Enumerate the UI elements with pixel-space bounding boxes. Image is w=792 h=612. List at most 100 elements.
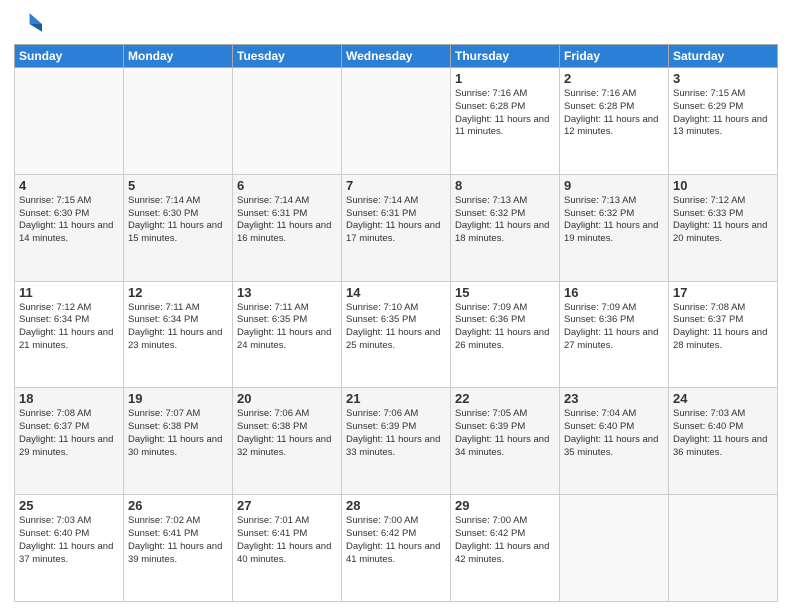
day-info: Sunrise: 7:07 AM Sunset: 6:38 PM Dayligh… [128, 408, 228, 459]
calendar-cell: 25 Sunrise: 7:03 AM Sunset: 6:40 PM Dayli… [15, 495, 124, 602]
weekday-header-row: SundayMondayTuesdayWednesdayThursdayFrid… [15, 45, 778, 68]
day-number: 23 [564, 391, 664, 406]
day-info: Sunrise: 7:06 AM Sunset: 6:39 PM Dayligh… [346, 408, 446, 459]
day-number: 1 [455, 71, 555, 86]
page: SundayMondayTuesdayWednesdayThursdayFrid… [0, 0, 792, 612]
day-number: 13 [237, 285, 337, 300]
calendar-cell [342, 68, 451, 175]
calendar-cell: 20 Sunrise: 7:06 AM Sunset: 6:38 PM Dayli… [233, 388, 342, 495]
calendar-cell [15, 68, 124, 175]
weekday-header-thursday: Thursday [451, 45, 560, 68]
calendar-cell: 7 Sunrise: 7:14 AM Sunset: 6:31 PM Daylig… [342, 174, 451, 281]
calendar-cell [233, 68, 342, 175]
day-info: Sunrise: 7:13 AM Sunset: 6:32 PM Dayligh… [564, 195, 664, 246]
calendar-cell: 5Sunrise: 7:14 AM Sunset: 6:30 PM Daylig… [124, 174, 233, 281]
day-number: 26 [128, 498, 228, 513]
day-info: Sunrise: 7:15 AM Sunset: 6:30 PM Dayligh… [19, 195, 119, 246]
day-info: Sunrise: 7:03 AM Sunset: 6:40 PM Dayligh… [673, 408, 773, 459]
day-info: Sunrise: 7:02 AM Sunset: 6:41 PM Dayligh… [128, 515, 228, 566]
weekday-header-wednesday: Wednesday [342, 45, 451, 68]
calendar-cell [669, 495, 778, 602]
day-info: Sunrise: 7:06 AM Sunset: 6:38 PM Dayligh… [237, 408, 337, 459]
calendar-cell: 4 Sunrise: 7:15 AM Sunset: 6:30 PM Daylig… [15, 174, 124, 281]
calendar-cell: 18 Sunrise: 7:08 AM Sunset: 6:37 PM Dayli… [15, 388, 124, 495]
day-number: 24 [673, 391, 773, 406]
calendar-cell: 12 Sunrise: 7:11 AM Sunset: 6:34 PM Dayli… [124, 281, 233, 388]
day-number: 15 [455, 285, 555, 300]
calendar-cell: 24 Sunrise: 7:03 AM Sunset: 6:40 PM Dayli… [669, 388, 778, 495]
day-number: 3 [673, 71, 773, 86]
day-number: 7 [346, 178, 446, 193]
day-info: Sunrise: 7:09 AM Sunset: 6:36 PM Dayligh… [564, 302, 664, 353]
logo-icon [14, 10, 42, 38]
calendar-cell: 8Sunrise: 7:13 AM Sunset: 6:32 PM Daylig… [451, 174, 560, 281]
day-info: Sunrise: 7:09 AM Sunset: 6:36 PM Dayligh… [455, 302, 555, 353]
calendar-cell: 29 Sunrise: 7:00 AM Sunset: 6:42 PM Dayli… [451, 495, 560, 602]
calendar-cell [560, 495, 669, 602]
day-number: 6 [237, 178, 337, 193]
day-number: 20 [237, 391, 337, 406]
calendar-cell: 13 Sunrise: 7:11 AM Sunset: 6:35 PM Dayli… [233, 281, 342, 388]
calendar-cell: 1 Sunrise: 7:16 AM Sunset: 6:28 PM Daylig… [451, 68, 560, 175]
day-info: Sunrise: 7:16 AM Sunset: 6:28 PM Dayligh… [455, 88, 555, 139]
week-row-4: 18 Sunrise: 7:08 AM Sunset: 6:37 PM Dayli… [15, 388, 778, 495]
day-number: 14 [346, 285, 446, 300]
day-info: Sunrise: 7:11 AM Sunset: 6:34 PM Dayligh… [128, 302, 228, 353]
calendar-cell: 19Sunrise: 7:07 AM Sunset: 6:38 PM Dayli… [124, 388, 233, 495]
calendar-cell: 14 Sunrise: 7:10 AM Sunset: 6:35 PM Dayli… [342, 281, 451, 388]
day-info: Sunrise: 7:12 AM Sunset: 6:34 PM Dayligh… [19, 302, 119, 353]
weekday-header-monday: Monday [124, 45, 233, 68]
calendar-cell: 3Sunrise: 7:15 AM Sunset: 6:29 PM Daylig… [669, 68, 778, 175]
calendar-cell [124, 68, 233, 175]
logo [14, 10, 44, 38]
calendar-cell: 6 Sunrise: 7:14 AM Sunset: 6:31 PM Daylig… [233, 174, 342, 281]
calendar-cell: 28 Sunrise: 7:00 AM Sunset: 6:42 PM Dayli… [342, 495, 451, 602]
calendar-cell: 23 Sunrise: 7:04 AM Sunset: 6:40 PM Dayli… [560, 388, 669, 495]
day-number: 11 [19, 285, 119, 300]
day-info: Sunrise: 7:10 AM Sunset: 6:35 PM Dayligh… [346, 302, 446, 353]
calendar-cell: 9 Sunrise: 7:13 AM Sunset: 6:32 PM Daylig… [560, 174, 669, 281]
weekday-header-saturday: Saturday [669, 45, 778, 68]
week-row-3: 11 Sunrise: 7:12 AM Sunset: 6:34 PM Dayli… [15, 281, 778, 388]
day-number: 2 [564, 71, 664, 86]
weekday-header-friday: Friday [560, 45, 669, 68]
day-number: 18 [19, 391, 119, 406]
calendar-cell: 26 Sunrise: 7:02 AM Sunset: 6:41 PM Dayli… [124, 495, 233, 602]
day-info: Sunrise: 7:11 AM Sunset: 6:35 PM Dayligh… [237, 302, 337, 353]
day-info: Sunrise: 7:14 AM Sunset: 6:30 PM Dayligh… [128, 195, 228, 246]
day-number: 29 [455, 498, 555, 513]
day-number: 12 [128, 285, 228, 300]
week-row-5: 25 Sunrise: 7:03 AM Sunset: 6:40 PM Dayli… [15, 495, 778, 602]
day-info: Sunrise: 7:00 AM Sunset: 6:42 PM Dayligh… [346, 515, 446, 566]
day-info: Sunrise: 7:01 AM Sunset: 6:41 PM Dayligh… [237, 515, 337, 566]
week-row-2: 4 Sunrise: 7:15 AM Sunset: 6:30 PM Daylig… [15, 174, 778, 281]
header [14, 10, 778, 38]
day-number: 9 [564, 178, 664, 193]
day-number: 22 [455, 391, 555, 406]
day-info: Sunrise: 7:05 AM Sunset: 6:39 PM Dayligh… [455, 408, 555, 459]
day-info: Sunrise: 7:14 AM Sunset: 6:31 PM Dayligh… [237, 195, 337, 246]
weekday-header-tuesday: Tuesday [233, 45, 342, 68]
day-info: Sunrise: 7:03 AM Sunset: 6:40 PM Dayligh… [19, 515, 119, 566]
day-number: 17 [673, 285, 773, 300]
calendar-cell: 17Sunrise: 7:08 AM Sunset: 6:37 PM Dayli… [669, 281, 778, 388]
day-info: Sunrise: 7:00 AM Sunset: 6:42 PM Dayligh… [455, 515, 555, 566]
day-number: 28 [346, 498, 446, 513]
day-info: Sunrise: 7:04 AM Sunset: 6:40 PM Dayligh… [564, 408, 664, 459]
day-number: 16 [564, 285, 664, 300]
calendar-cell: 10Sunrise: 7:12 AM Sunset: 6:33 PM Dayli… [669, 174, 778, 281]
day-number: 4 [19, 178, 119, 193]
calendar-table: SundayMondayTuesdayWednesdayThursdayFrid… [14, 44, 778, 602]
day-number: 8 [455, 178, 555, 193]
day-info: Sunrise: 7:08 AM Sunset: 6:37 PM Dayligh… [19, 408, 119, 459]
day-number: 21 [346, 391, 446, 406]
calendar-cell: 16 Sunrise: 7:09 AM Sunset: 6:36 PM Dayli… [560, 281, 669, 388]
day-info: Sunrise: 7:14 AM Sunset: 6:31 PM Dayligh… [346, 195, 446, 246]
calendar-cell: 21 Sunrise: 7:06 AM Sunset: 6:39 PM Dayli… [342, 388, 451, 495]
weekday-header-sunday: Sunday [15, 45, 124, 68]
calendar-cell: 22 Sunrise: 7:05 AM Sunset: 6:39 PM Dayli… [451, 388, 560, 495]
week-row-1: 1 Sunrise: 7:16 AM Sunset: 6:28 PM Daylig… [15, 68, 778, 175]
day-number: 25 [19, 498, 119, 513]
day-number: 10 [673, 178, 773, 193]
day-number: 27 [237, 498, 337, 513]
